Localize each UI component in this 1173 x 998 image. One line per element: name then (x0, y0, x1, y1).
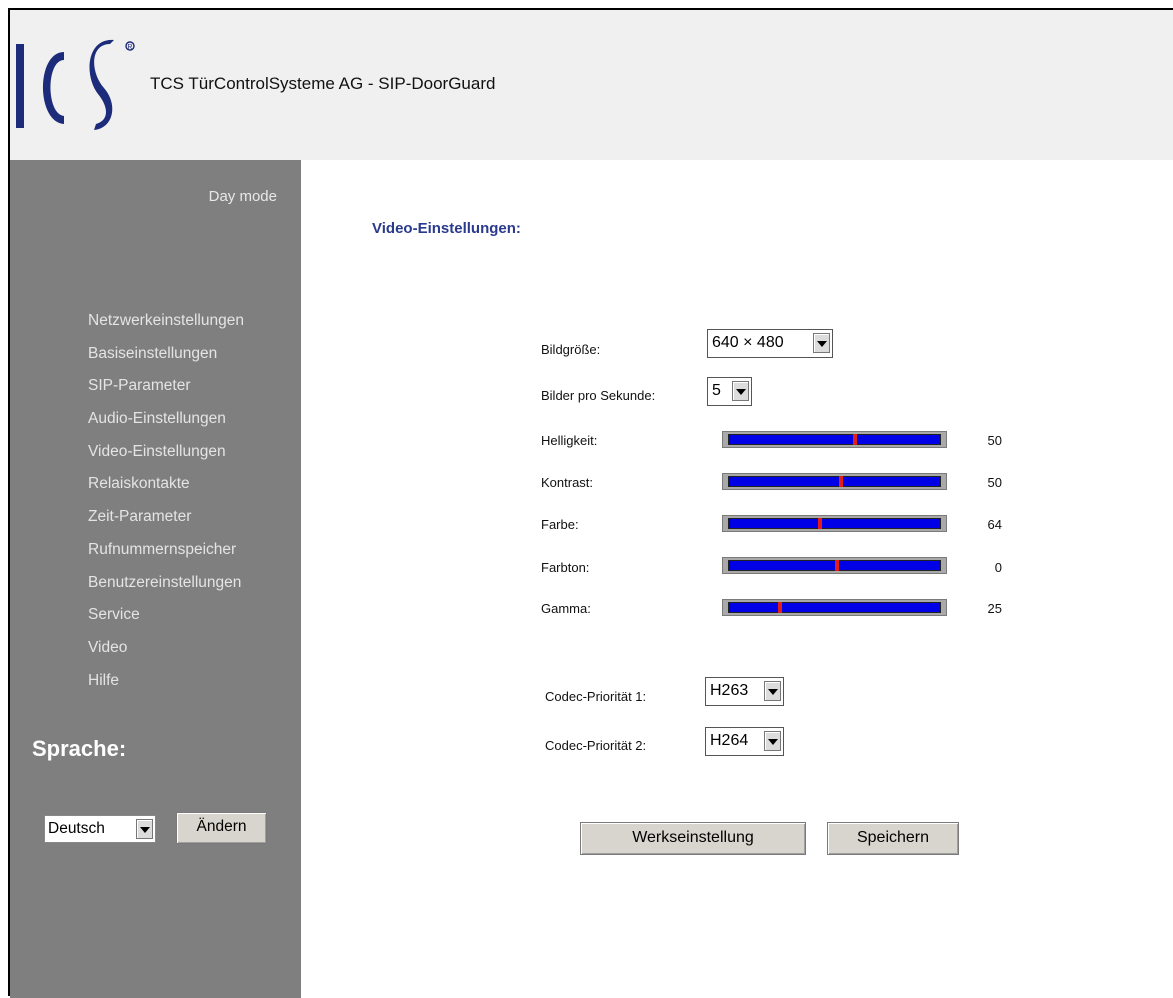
factory-reset-button[interactable]: Werkseinstellung (580, 822, 806, 855)
sidebar-item-zeit-parameter[interactable]: Zeit-Parameter (88, 506, 244, 539)
chevron-down-icon[interactable] (813, 333, 830, 353)
slider-track (728, 434, 941, 445)
brightness-slider[interactable] (722, 431, 947, 448)
codec-priority-2-label: Codec-Priorität 2: (545, 738, 647, 753)
header: R TCS TürControlSysteme AG - SIP-DoorGua… (10, 10, 1173, 160)
slider-track (728, 518, 941, 529)
gamma-value: 25 (987, 601, 1002, 616)
slider-thumb[interactable] (817, 518, 822, 529)
slider-thumb[interactable] (834, 560, 839, 571)
sidebar-nav: Netzwerkeinstellungen Basiseinstellungen… (88, 310, 244, 702)
fps-label: Bilder pro Sekunde: (541, 388, 656, 403)
language-select-value: Deutsch (48, 820, 105, 837)
contrast-value: 50 (987, 475, 1002, 490)
contrast-label: Kontrast: (541, 475, 594, 490)
chevron-down-icon[interactable] (764, 681, 781, 701)
brightness-label: Helligkeit: (541, 433, 598, 448)
sidebar-item-audio-einstellungen[interactable]: Audio-Einstellungen (88, 408, 244, 441)
brightness-value: 50 (987, 433, 1002, 448)
tcs-logo: R (16, 39, 135, 130)
gamma-label: Gamma: (541, 601, 591, 616)
gamma-slider[interactable] (722, 599, 947, 616)
codec-priority-1-label: Codec-Priorität 1: (545, 689, 647, 704)
app-title: TCS TürControlSysteme AG - SIP-DoorGuard (150, 74, 496, 93)
codec-priority-1-value: H263 (710, 682, 749, 699)
svg-text:R: R (127, 44, 132, 51)
chevron-down-icon[interactable] (732, 381, 749, 401)
sidebar-item-hilfe[interactable]: Hilfe (88, 670, 244, 703)
hue-label: Farbton: (541, 560, 590, 575)
slider-track (728, 602, 941, 613)
slider-thumb[interactable] (853, 434, 858, 445)
page-title: Video-Einstellungen: (372, 220, 521, 237)
sidebar-item-sip-parameter[interactable]: SIP-Parameter (88, 375, 244, 408)
fps-select[interactable]: 5 (707, 377, 752, 406)
slider-track (728, 476, 941, 487)
chevron-down-icon[interactable] (764, 731, 781, 751)
sidebar-item-service[interactable]: Service (88, 604, 244, 637)
fps-value: 5 (712, 382, 721, 399)
hue-slider[interactable] (722, 557, 947, 574)
sidebar-item-rufnummernspeicher[interactable]: Rufnummernspeicher (88, 539, 244, 572)
sidebar-item-video-einstellungen[interactable]: Video-Einstellungen (88, 441, 244, 474)
save-button[interactable]: Speichern (827, 822, 959, 855)
slider-thumb[interactable] (838, 476, 843, 487)
sidebar-item-netzwerkeinstellungen[interactable]: Netzwerkeinstellungen (88, 310, 244, 343)
sidebar-item-basiseinstellungen[interactable]: Basiseinstellungen (88, 343, 244, 376)
mode-indicator: Day mode (208, 188, 277, 205)
language-heading: Sprache: (32, 736, 127, 761)
image-size-label: Bildgröße: (541, 342, 601, 357)
sidebar-item-benutzereinstellungen[interactable]: Benutzereinstellungen (88, 572, 244, 605)
codec-priority-1-select[interactable]: H263 (705, 677, 784, 706)
contrast-slider[interactable] (722, 473, 947, 490)
color-label: Farbe: (541, 517, 579, 532)
color-value: 64 (987, 517, 1002, 532)
page-frame: R TCS TürControlSysteme AG - SIP-DoorGua… (8, 8, 1173, 998)
image-size-value: 640 × 480 (712, 334, 784, 351)
sidebar-item-relaiskontakte[interactable]: Relaiskontakte (88, 473, 244, 506)
sidebar: Day mode Netzwerkeinstellungen Basiseins… (10, 160, 301, 998)
chevron-down-icon[interactable] (136, 819, 153, 839)
codec-priority-2-value: H264 (710, 732, 749, 749)
hue-value: 0 (994, 560, 1002, 575)
language-select[interactable]: Deutsch (44, 815, 156, 843)
image-size-select[interactable]: 640 × 480 (707, 329, 833, 358)
change-language-button[interactable]: Ändern (176, 812, 267, 844)
color-slider[interactable] (722, 515, 947, 532)
sidebar-item-video[interactable]: Video (88, 637, 244, 670)
codec-priority-2-select[interactable]: H264 (705, 727, 784, 756)
slider-thumb[interactable] (778, 602, 783, 613)
